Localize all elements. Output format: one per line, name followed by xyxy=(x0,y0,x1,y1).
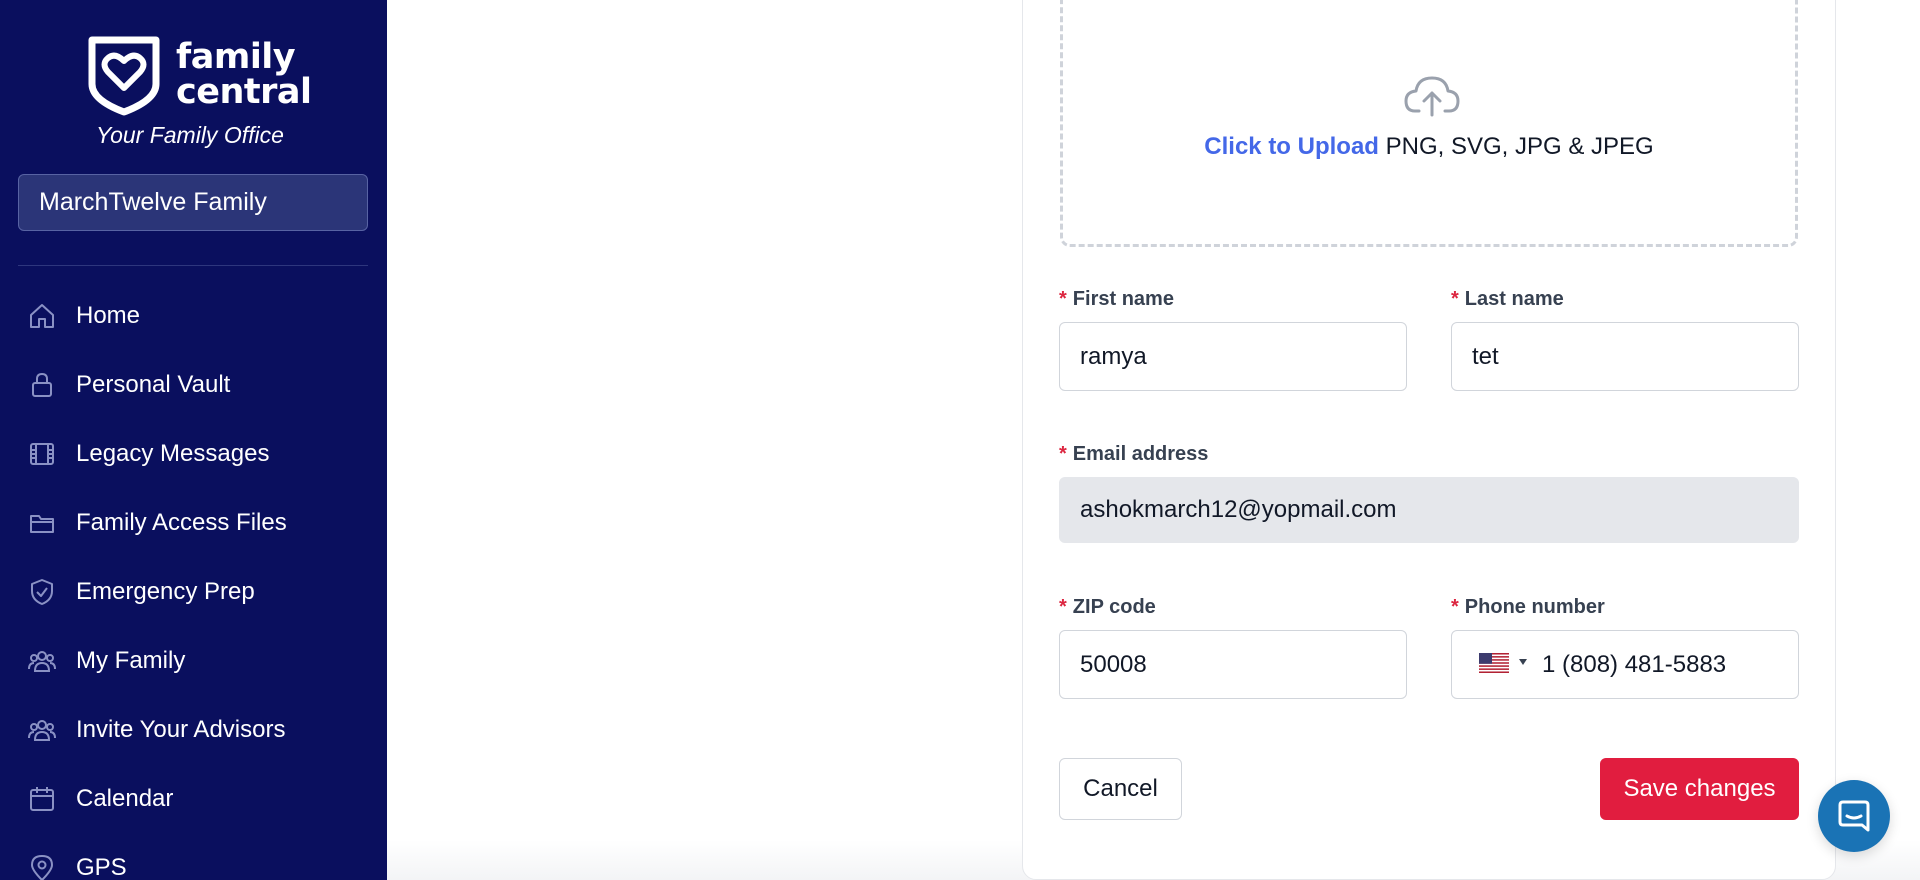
email-label-text: Email address xyxy=(1072,443,1209,465)
family-selector[interactable]: MarchTwelve Family xyxy=(18,174,368,231)
zip-code-input[interactable] xyxy=(1059,630,1407,699)
click-to-upload-link[interactable]: Click to Upload xyxy=(1204,133,1379,160)
film-icon xyxy=(28,440,56,468)
email-label: * Email address xyxy=(1059,443,1208,466)
required-marker: * xyxy=(1059,288,1067,310)
last-name-input[interactable] xyxy=(1451,322,1799,391)
brand-name: family central xyxy=(176,40,312,110)
upload-instructions: Click to Upload PNG, SVG, JPG & JPEG xyxy=(1063,133,1795,161)
brand-tagline: Your Family Office xyxy=(96,122,284,148)
lock-icon xyxy=(28,371,56,399)
upload-formats: PNG, SVG, JPG & JPEG xyxy=(1385,133,1654,160)
users-icon xyxy=(28,716,56,744)
sidebar-item-label: Invite Your Advisors xyxy=(76,716,286,743)
sidebar-item-legacy-messages[interactable]: Legacy Messages xyxy=(0,429,387,479)
sidebar: family central Your Family Office MarchT… xyxy=(0,0,387,880)
first-name-input[interactable] xyxy=(1059,322,1407,391)
required-marker: * xyxy=(1059,443,1067,465)
phone-number-label-text: Phone number xyxy=(1464,596,1605,618)
us-flag-icon[interactable] xyxy=(1479,653,1509,673)
brand-name-line1: family xyxy=(176,37,296,77)
sidebar-item-label: Calendar xyxy=(76,785,174,812)
heart-shield-logo-icon xyxy=(88,36,160,116)
save-changes-button[interactable]: Save changes xyxy=(1600,758,1799,820)
required-marker: * xyxy=(1451,288,1459,310)
zip-code-label-text: ZIP code xyxy=(1072,596,1156,618)
shield-icon xyxy=(28,578,56,606)
phone-number-label: * Phone number xyxy=(1451,596,1605,619)
sidebar-divider xyxy=(18,265,368,266)
first-name-label: * First name xyxy=(1059,288,1174,311)
sidebar-item-my-family[interactable]: My Family xyxy=(0,636,387,686)
sidebar-item-label: Home xyxy=(76,302,141,329)
required-marker: * xyxy=(1451,596,1459,618)
sidebar-item-home[interactable]: Home xyxy=(0,291,387,341)
sidebar-item-label: Personal Vault xyxy=(76,371,231,398)
sidebar-item-label: Family Access Files xyxy=(76,509,287,536)
sidebar-item-label: Emergency Prep xyxy=(76,578,255,605)
location-pin-icon xyxy=(28,854,56,880)
folder-icon xyxy=(28,509,56,537)
sidebar-item-family-access-files[interactable]: Family Access Files xyxy=(0,498,387,548)
sidebar-item-label: My Family xyxy=(76,647,186,674)
photo-upload-dropzone[interactable]: Click to Upload PNG, SVG, JPG & JPEG xyxy=(1060,0,1798,247)
brand-logo[interactable]: family central Your Family Office xyxy=(84,34,314,154)
calendar-icon xyxy=(28,785,56,813)
sidebar-item-gps[interactable]: GPS xyxy=(0,843,387,880)
chat-launcher-button[interactable] xyxy=(1818,780,1890,852)
sidebar-item-label: Legacy Messages xyxy=(76,440,270,467)
cloud-upload-icon xyxy=(1404,76,1460,117)
first-name-label-text: First name xyxy=(1072,288,1174,310)
sidebar-item-personal-vault[interactable]: Personal Vault xyxy=(0,360,387,410)
cancel-button[interactable]: Cancel xyxy=(1059,758,1182,820)
email-field[interactable] xyxy=(1059,477,1799,543)
last-name-label-text: Last name xyxy=(1464,288,1564,310)
required-marker: * xyxy=(1059,596,1067,618)
country-dropdown-caret-icon[interactable] xyxy=(1519,659,1527,665)
chat-icon xyxy=(1838,800,1870,832)
sidebar-item-label: GPS xyxy=(76,854,127,880)
home-icon xyxy=(28,302,56,330)
zip-code-label: * ZIP code xyxy=(1059,596,1156,619)
phone-number-value[interactable]: 1 (808) 481-5883 xyxy=(1542,651,1726,679)
last-name-label: * Last name xyxy=(1451,288,1564,311)
sidebar-item-calendar[interactable]: Calendar xyxy=(0,774,387,824)
sidebar-item-invite-your-advisors[interactable]: Invite Your Advisors xyxy=(0,705,387,755)
brand-name-line2: central xyxy=(176,72,312,112)
sidebar-item-emergency-prep[interactable]: Emergency Prep xyxy=(0,567,387,617)
users-icon xyxy=(28,647,56,675)
phone-number-input[interactable]: 1 (808) 481-5883 xyxy=(1451,630,1799,699)
